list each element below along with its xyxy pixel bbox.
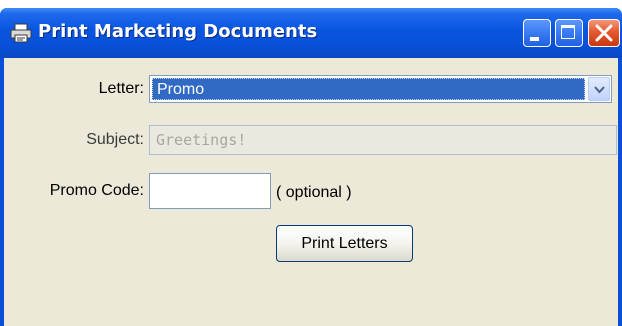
window-title: Print Marketing Documents [38,21,318,42]
promo-code-label: Promo Code: [49,182,144,199]
chevron-down-icon [594,86,605,94]
promo-code-input[interactable] [149,173,271,209]
letter-dropdown-button[interactable] [588,77,610,101]
print-marketing-window: Print Marketing Documents Letter: Promo [0,8,622,326]
dialog-body: Letter: Promo Subject: Greetings! Promo … [4,58,618,326]
letter-selected-value: Promo [152,78,585,100]
print-letters-button[interactable]: Print Letters [276,225,413,262]
subject-label: Subject: [86,131,144,148]
close-button[interactable] [588,19,620,47]
minimize-button[interactable] [523,19,551,47]
maximize-button[interactable] [555,19,583,47]
close-icon [595,24,613,42]
title-bar[interactable]: Print Marketing Documents [0,8,622,58]
letter-select[interactable]: Promo [149,75,612,103]
promo-code-hint: ( optional ) [276,184,352,201]
letter-label: Letter: [98,80,144,97]
subject-field: Greetings! [149,125,617,155]
minimize-icon [530,37,539,41]
printer-icon [10,23,32,43]
maximize-icon [561,25,575,39]
